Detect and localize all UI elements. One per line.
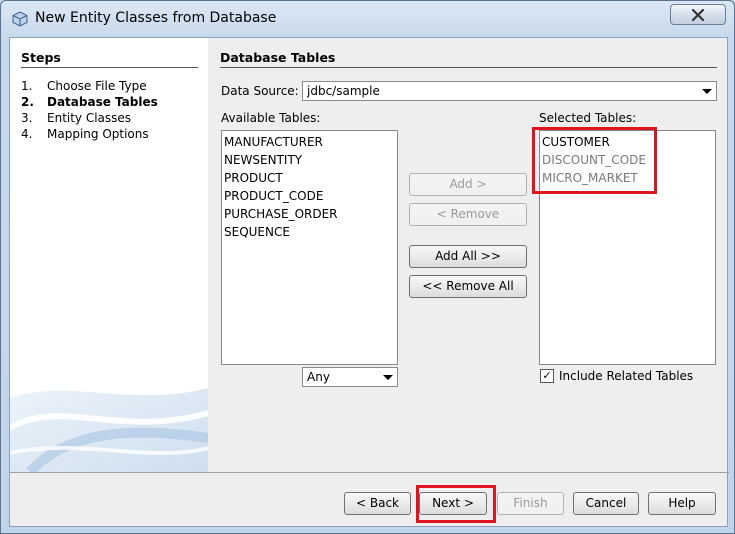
step-number: 2. bbox=[21, 95, 34, 109]
cancel-button[interactable]: Cancel bbox=[573, 492, 639, 515]
step-number: 3. bbox=[21, 111, 33, 125]
step-choose-file-type: 1. Choose File Type bbox=[21, 79, 147, 93]
data-source-combo[interactable]: jdbc/sample bbox=[302, 81, 717, 101]
wizard-client-area: Steps 1. Choose File Type 2. Database Tabl… bbox=[9, 37, 729, 527]
title-bar[interactable]: New Entity Classes from Database bbox=[1, 1, 734, 37]
list-item[interactable]: SEQUENCE bbox=[223, 223, 397, 241]
list-item[interactable]: PRODUCT_CODE bbox=[223, 187, 397, 205]
available-tables-list[interactable]: MANUFACTURER NEWSENTITY PRODUCT PRODUCT_… bbox=[221, 130, 398, 365]
footer-divider bbox=[10, 472, 729, 473]
add-all-button[interactable]: Add All >> bbox=[409, 245, 527, 268]
step-label: Database Tables bbox=[47, 95, 158, 109]
steps-panel: Steps 1. Choose File Type 2. Database Tabl… bbox=[10, 38, 208, 472]
selected-tables-label: Selected Tables: bbox=[539, 111, 637, 125]
close-button[interactable] bbox=[670, 4, 726, 25]
table-filter-value: Any bbox=[307, 370, 330, 384]
steps-heading: Steps bbox=[21, 50, 198, 68]
window-title: New Entity Classes from Database bbox=[35, 10, 277, 26]
panel-heading: Database Tables bbox=[220, 50, 717, 68]
step-number: 1. bbox=[21, 79, 33, 93]
include-related-label: Include Related Tables bbox=[559, 369, 694, 383]
list-item[interactable]: NEWSENTITY bbox=[223, 151, 397, 169]
step-entity-classes: 3. Entity Classes bbox=[21, 111, 131, 125]
back-button[interactable]: < Back bbox=[344, 492, 411, 515]
step-number: 4. bbox=[21, 127, 33, 141]
step-label: Entity Classes bbox=[47, 111, 132, 125]
step-mapping-options: 4. Mapping Options bbox=[21, 127, 149, 141]
add-button[interactable]: Add > bbox=[409, 173, 527, 196]
list-item[interactable]: PRODUCT bbox=[223, 169, 397, 187]
chevron-down-icon bbox=[702, 89, 712, 94]
remove-button[interactable]: < Remove bbox=[409, 203, 527, 226]
close-icon bbox=[691, 8, 705, 21]
list-item[interactable]: PURCHASE_ORDER bbox=[223, 205, 397, 223]
step-label: Mapping Options bbox=[47, 127, 149, 141]
remove-all-button[interactable]: << Remove All bbox=[409, 275, 527, 298]
data-source-label: Data Source: bbox=[221, 84, 299, 98]
include-related-checkbox[interactable]: ✓ bbox=[540, 369, 554, 383]
netbeans-cube-icon bbox=[12, 11, 28, 27]
decorative-swoosh-graphic bbox=[10, 388, 208, 472]
list-item[interactable]: MANUFACTURER bbox=[223, 133, 397, 151]
selected-tables-highlight bbox=[532, 127, 657, 194]
wizard-window: New Entity Classes from Database Steps 1… bbox=[0, 0, 735, 534]
data-source-value: jdbc/sample bbox=[307, 84, 380, 98]
help-button[interactable]: Help bbox=[648, 492, 716, 515]
available-tables-label: Available Tables: bbox=[221, 111, 321, 125]
next-button-highlight bbox=[416, 485, 496, 523]
finish-button[interactable]: Finish bbox=[497, 492, 564, 515]
table-filter-combo[interactable]: Any bbox=[302, 367, 398, 387]
step-database-tables: 2. Database Tables bbox=[21, 95, 158, 109]
chevron-down-icon bbox=[383, 375, 393, 380]
step-label: Choose File Type bbox=[47, 79, 147, 93]
